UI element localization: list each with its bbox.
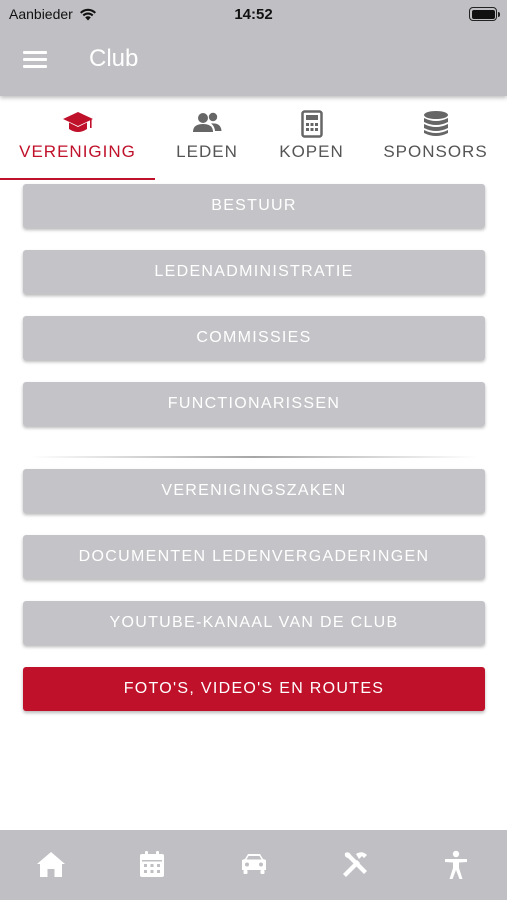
documenten-ledenvergaderingen-button[interactable]: DOCUMENTEN LEDENVERGADERINGEN — [23, 535, 485, 579]
coins-stack-icon — [423, 111, 448, 136]
hamburger-menu-icon[interactable] — [23, 51, 47, 69]
fotos-videos-routes-button[interactable]: FOTO'S, VIDEO'S EN ROUTES — [23, 667, 485, 711]
section-divider — [30, 456, 477, 458]
functionarissen-button[interactable]: FUNCTIONARISSEN — [23, 382, 485, 426]
tab-leden[interactable]: LEDEN — [155, 100, 259, 180]
tab-label: SPONSORS — [383, 142, 488, 161]
status-bar: Aanbieder 14:52 — [0, 0, 507, 28]
tab-label: VERENIGING — [19, 142, 136, 161]
battery-icon — [469, 7, 500, 21]
commissies-button[interactable]: COMMISSIES — [23, 316, 485, 360]
tab-label: LEDEN — [176, 142, 238, 161]
calendar-icon — [140, 851, 165, 877]
bottom-nav — [0, 830, 507, 900]
tab-bar: VERENIGING LEDEN KOPEN SPONSORS — [0, 100, 507, 180]
accessibility-icon — [445, 850, 468, 879]
nav-car[interactable] — [203, 830, 304, 900]
home-icon — [36, 852, 65, 877]
nav-tools[interactable] — [304, 830, 405, 900]
tools-icon — [342, 852, 367, 877]
tab-vereniging[interactable]: VERENIGING — [0, 100, 155, 180]
calculator-icon — [300, 110, 323, 138]
nav-home[interactable] — [0, 830, 101, 900]
ledenadministratie-button[interactable]: LEDENADMINISTRATIE — [23, 250, 485, 294]
bestuur-button[interactable]: BESTUUR — [23, 184, 485, 228]
page-title: Club — [89, 45, 139, 72]
tab-label: KOPEN — [279, 142, 344, 161]
verenigingszaken-button[interactable]: VERENIGINGSZAKEN — [23, 469, 485, 513]
app-header: Aanbieder 14:52 Club — [0, 0, 507, 96]
youtube-kanaal-button[interactable]: YOUTUBE-KANAAL VAN DE CLUB — [23, 601, 485, 645]
tab-kopen[interactable]: KOPEN — [259, 100, 364, 180]
car-icon — [241, 854, 266, 874]
status-time: 14:52 — [234, 6, 273, 23]
users-icon — [193, 112, 222, 132]
nav-accessibility[interactable] — [406, 830, 507, 900]
nav-calendar[interactable] — [101, 830, 202, 900]
tab-sponsors[interactable]: SPONSORS — [364, 100, 507, 180]
graduation-cap-icon — [62, 112, 93, 132]
